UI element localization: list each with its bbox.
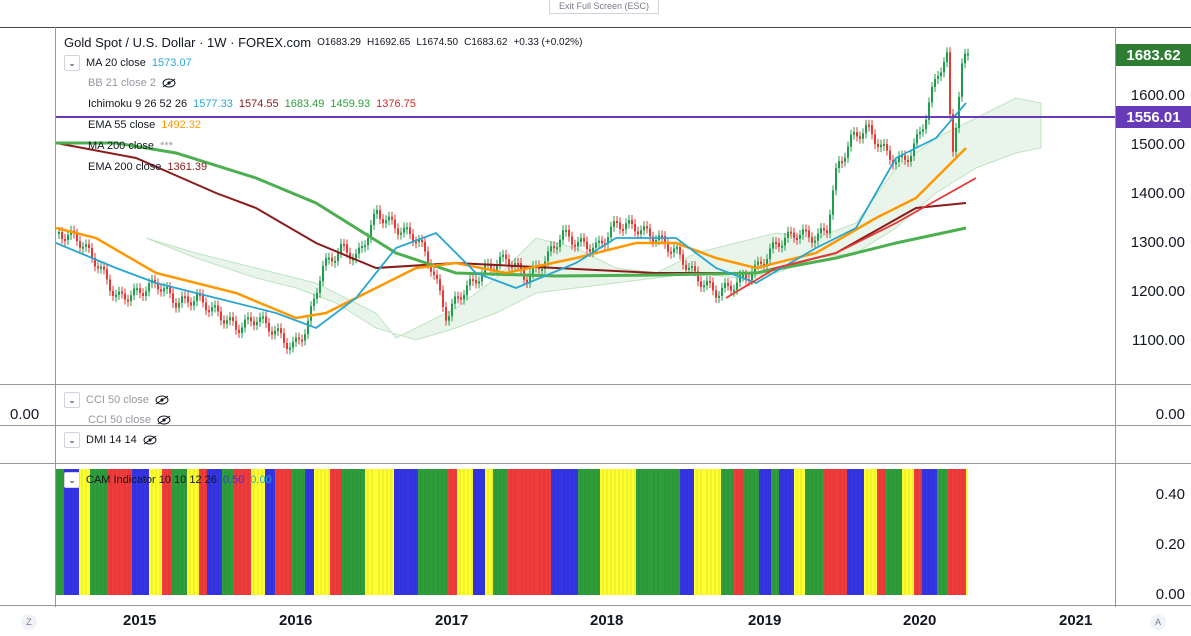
ohlc-close: C1683.62 [464, 37, 508, 48]
price-tick: 1100.00 [1131, 332, 1185, 349]
time-label: 2016 [279, 612, 313, 629]
collapse-chevron-icon[interactable]: ⌄ [64, 472, 80, 488]
ichimoku-v4: 1459.93 [330, 98, 371, 110]
indicator-label: MA 200 close [88, 140, 155, 152]
ichimoku-v5: 1376.75 [376, 98, 416, 110]
cam-tick: 0.40 [1155, 486, 1185, 503]
symbol-legend: Gold Spot / U.S. Dollar · 1W · FOREX.com… [64, 35, 582, 50]
cam-tick: 0.20 [1155, 536, 1185, 553]
time-label: 2020 [903, 612, 937, 629]
dmi-legend[interactable]: ⌄ DMI 14 14 [64, 432, 157, 448]
collapse-chevron-icon[interactable]: ⌄ [64, 392, 80, 408]
hidden-eye-icon[interactable] [162, 78, 176, 88]
symbol-title: Gold Spot / U.S. Dollar · 1W · FOREX.com [64, 35, 312, 50]
pane-divider-cci [0, 425, 1191, 426]
collapse-chevron-icon[interactable]: ⌄ [64, 432, 80, 448]
price-tick: 1500.00 [1130, 136, 1185, 153]
time-label: 2019 [748, 612, 782, 629]
indicator-label: BB 21 close 2 [88, 77, 156, 89]
cam-value-1: 0.50 [222, 474, 245, 486]
cci-zero-left: 0.00 [10, 406, 40, 423]
level-price-tag: 1556.01 [1116, 106, 1191, 128]
indicator-label: CCI 50 close [88, 414, 151, 426]
indicator-value: 1573.07 [151, 57, 192, 69]
pane-divider-dmi [0, 463, 1191, 464]
auto-scale-right-button[interactable]: A [1150, 614, 1166, 630]
indicator-value: 1492.32 [161, 119, 202, 131]
hidden-eye-icon[interactable] [157, 415, 171, 425]
hidden-eye-icon[interactable] [143, 435, 157, 445]
collapse-chevron-icon[interactable]: ⌄ [64, 55, 80, 71]
auto-scale-left-button[interactable]: Z [21, 614, 37, 630]
price-tick: 1200.00 [1130, 283, 1185, 300]
price-chart[interactable] [56, 28, 1115, 384]
indicator-ma20[interactable]: ⌄ MA 20 close 1573.07 [64, 55, 192, 71]
indicator-label: CCI 50 close [86, 394, 149, 406]
indicator-label: Ichimoku 9 26 52 26 [88, 98, 188, 110]
exit-fullscreen-button[interactable]: Exit Full Screen (ESC) [549, 0, 659, 14]
time-label: 2018 [590, 612, 624, 629]
price-tick: 1300.00 [1130, 234, 1185, 251]
time-label: 2021 [1059, 612, 1093, 629]
indicator-ma200[interactable]: MA 200 close *** [88, 140, 173, 152]
indicator-label: EMA 200 close [88, 161, 162, 173]
indicator-value: *** [160, 140, 173, 152]
ohlc-open: O1683.29 [317, 37, 361, 48]
ichimoku-v1: 1577.33 [193, 98, 233, 110]
indicator-label: CAM Indicator 10 10 12 26 [86, 474, 217, 486]
indicator-ichimoku[interactable]: Ichimoku 9 26 52 26 1577.33 1574.55 1683… [88, 98, 416, 110]
cam-value-2: 0.00 [250, 474, 272, 486]
cci-legend-1[interactable]: ⌄ CCI 50 close [64, 392, 169, 408]
cam-tick: 0.00 [1155, 586, 1185, 603]
pane-divider-main [0, 384, 1191, 385]
hidden-eye-icon[interactable] [155, 395, 169, 405]
indicator-value: 1361.39 [167, 161, 208, 173]
price-tick: 1600.00 [1130, 87, 1185, 104]
indicator-label: MA 20 close [86, 57, 146, 69]
indicator-ema55[interactable]: EMA 55 close 1492.32 [88, 119, 201, 131]
ohlc-low: L1674.50 [416, 37, 459, 48]
time-label: 2015 [123, 612, 157, 629]
ichimoku-v2: 1574.55 [238, 98, 279, 110]
ohlc-high: H1692.65 [367, 37, 411, 48]
ichimoku-v3: 1683.49 [284, 98, 325, 110]
last-price-tag: 1683.62 [1116, 44, 1191, 66]
time-axis-line [0, 605, 1191, 606]
cci-zero-right: 0.00 [1155, 406, 1185, 423]
indicator-ema200[interactable]: EMA 200 close 1361.39 [88, 161, 207, 173]
ohlc-change: +0.33 (+0.02%) [513, 37, 583, 48]
cam-legend[interactable]: ⌄ CAM Indicator 10 10 12 26 0.50 0.00 [64, 472, 272, 488]
cci-legend-2[interactable]: CCI 50 close [88, 414, 171, 426]
indicator-label: DMI 14 14 [86, 434, 137, 446]
time-label: 2017 [435, 612, 469, 629]
indicator-label: EMA 55 close [88, 119, 156, 131]
price-tick: 1400.00 [1130, 185, 1185, 202]
indicator-bb[interactable]: BB 21 close 2 [88, 77, 176, 89]
